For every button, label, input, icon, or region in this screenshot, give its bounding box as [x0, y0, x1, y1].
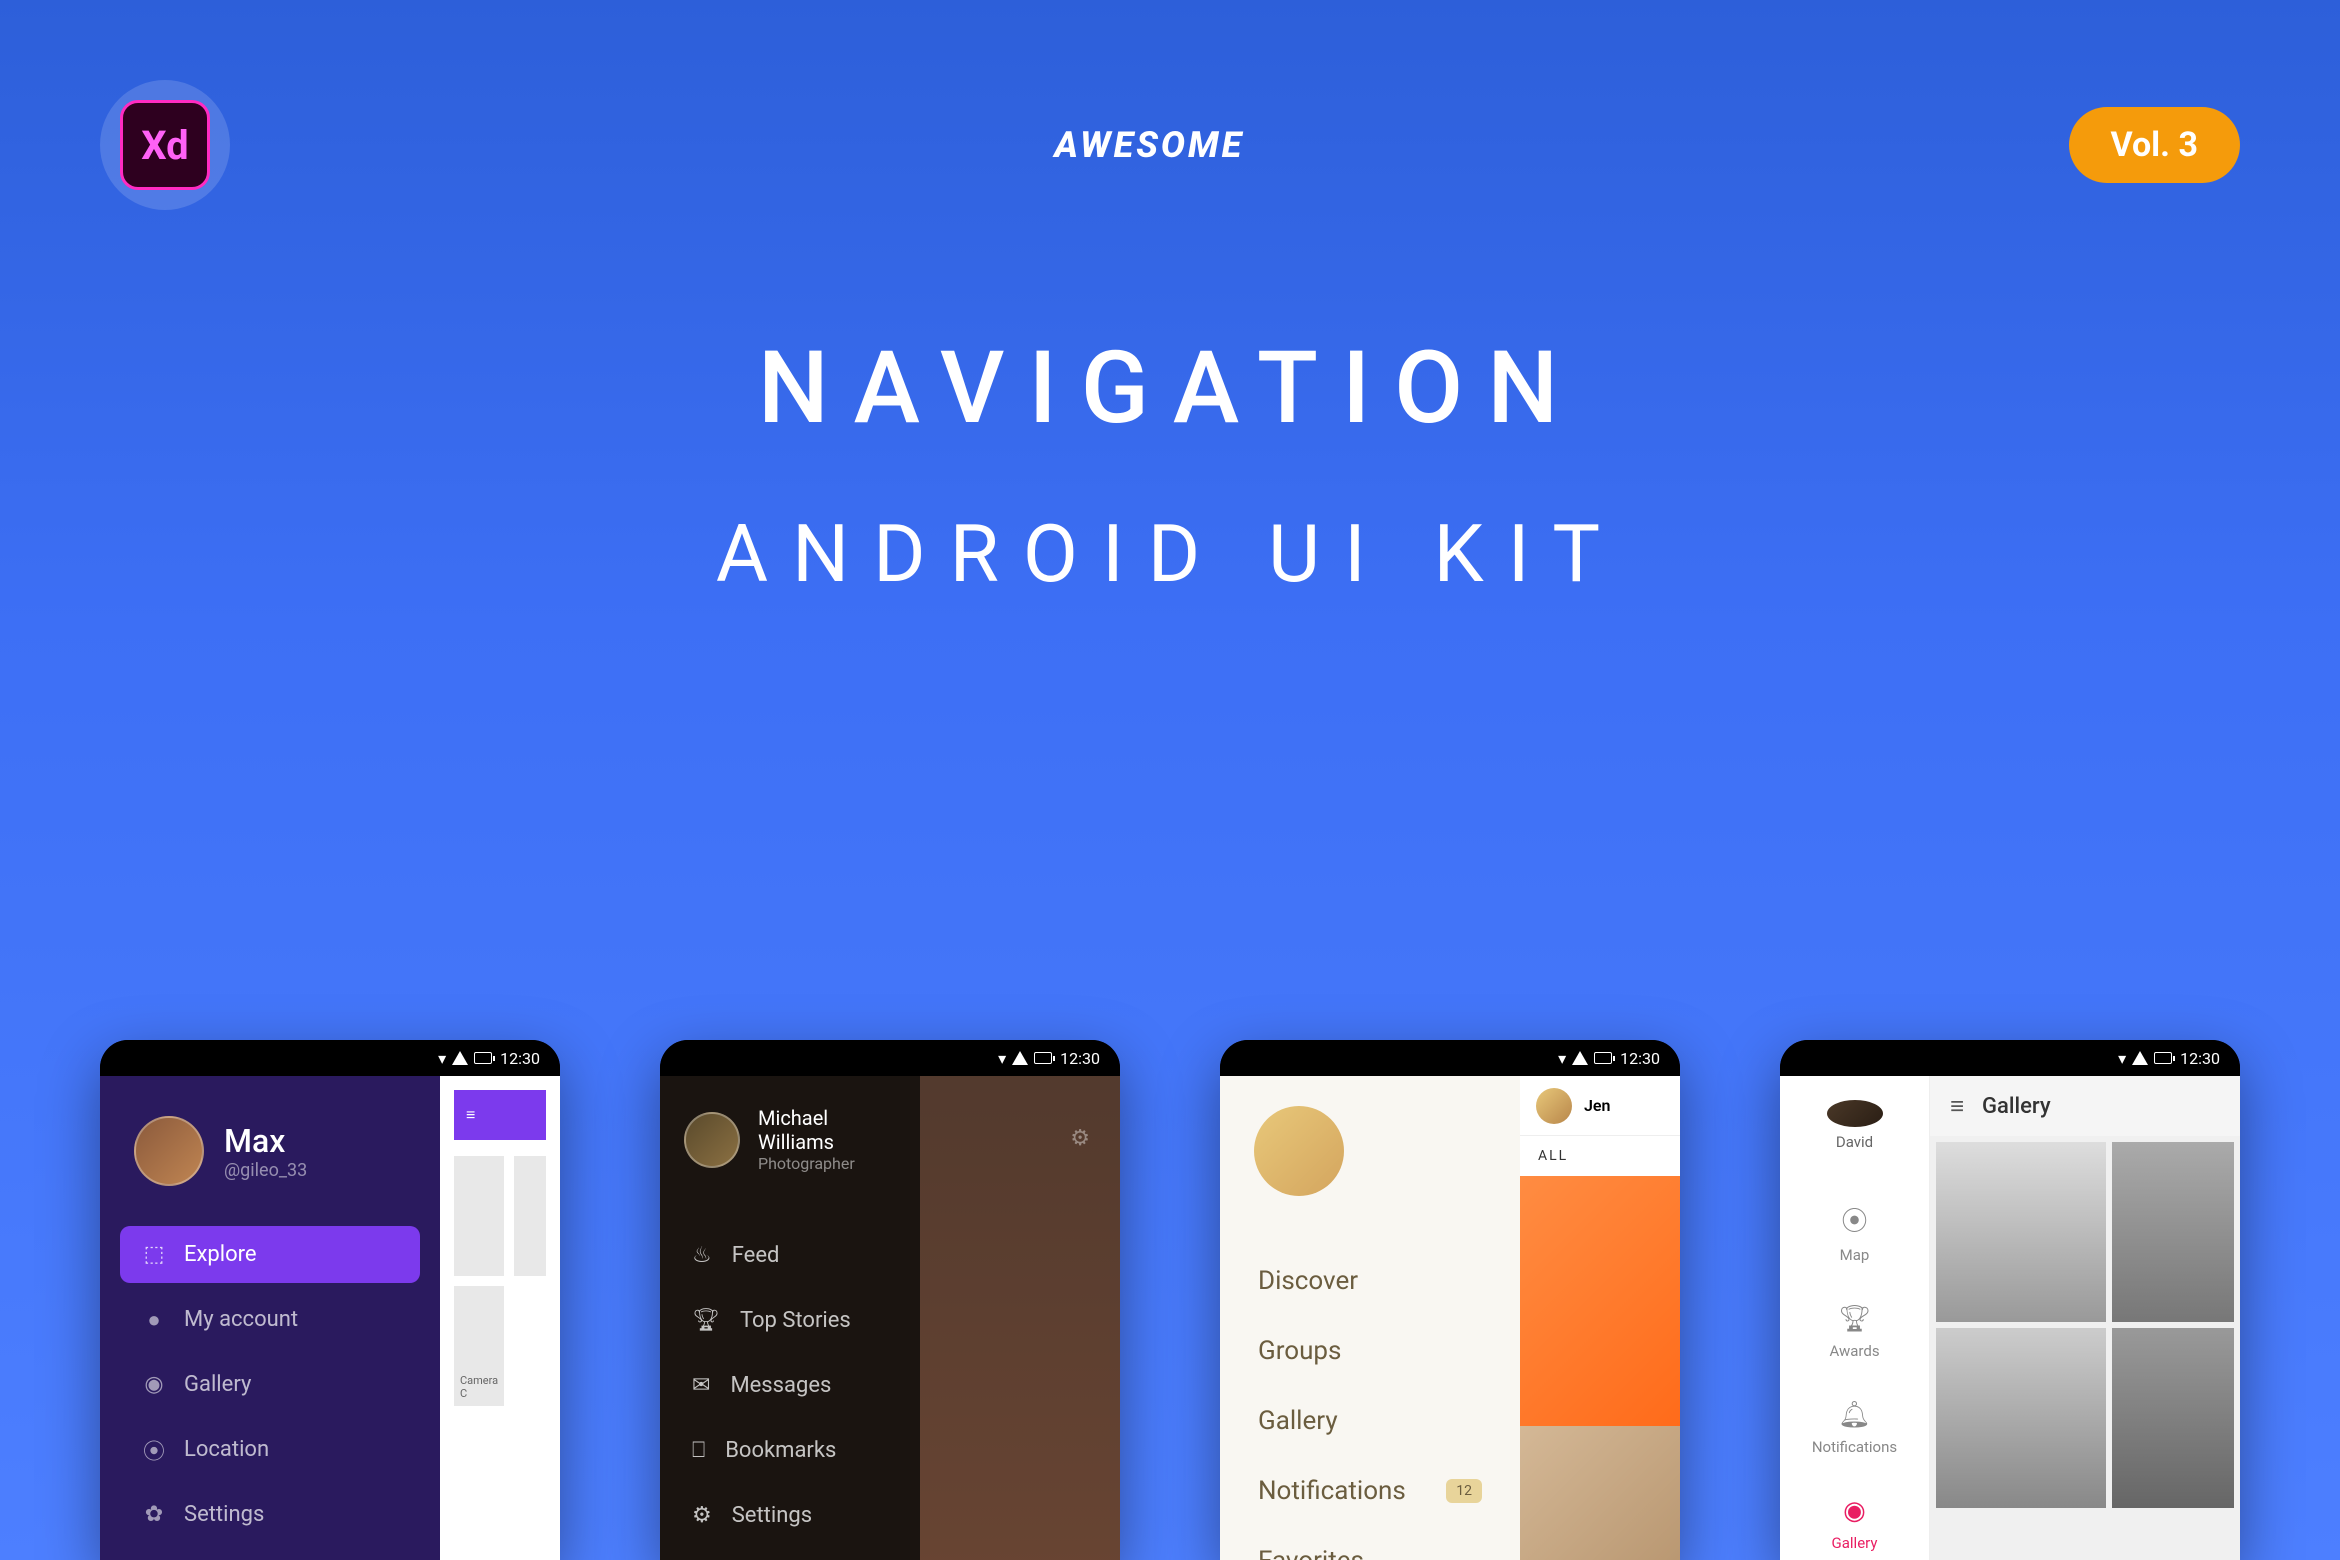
bell-icon: 🔔︎: [1838, 1400, 1871, 1430]
nav-feed[interactable]: ♨ Feed: [684, 1223, 936, 1288]
phone-mockup-4: ▾ 12:30 David ⦿ Map 🏆︎ Awards 🔔︎ Notificati…: [1780, 1040, 2240, 1560]
grid-cell[interactable]: [514, 1156, 546, 1276]
nav-gallery[interactable]: Gallery: [1254, 1386, 1486, 1456]
page-title: Gallery: [1982, 1094, 2051, 1119]
status-bar: ▾ 12:30: [660, 1040, 1120, 1076]
user-surname: Williams: [758, 1130, 855, 1154]
camera-icon: ◉: [1843, 1496, 1866, 1526]
gallery-image[interactable]: [1936, 1142, 2106, 1322]
clock: 12:30: [1620, 1049, 1660, 1068]
count-badge: 12: [1446, 1479, 1482, 1503]
nav-label: Bookmarks: [725, 1438, 836, 1463]
user-name: David: [1836, 1133, 1873, 1151]
nav-label: Messages: [730, 1373, 831, 1398]
status-bar: ▾ 12:30: [100, 1040, 560, 1076]
nav-label: Top Stories: [740, 1308, 851, 1333]
user-name: Max: [224, 1122, 307, 1160]
avatar[interactable]: [684, 1112, 740, 1168]
nav-map[interactable]: ⦿ Map: [1780, 1181, 1929, 1284]
nav-label: Explore: [184, 1242, 257, 1267]
pin-icon: ⦿: [142, 1438, 166, 1462]
user-handle: @gileo_33: [224, 1160, 307, 1181]
main-title: NAVIGATION: [0, 330, 2340, 447]
phone-mockup-1: ▾ 12:30 Max @gileo_33 ⬚ Explore ● My accou…: [100, 1040, 560, 1560]
nav-label: Settings: [184, 1502, 264, 1527]
nav-account[interactable]: ● My account: [120, 1291, 420, 1348]
clock: 12:30: [2180, 1049, 2220, 1068]
nav-explore[interactable]: ⬚ Explore: [120, 1226, 420, 1283]
avatar[interactable]: [1254, 1106, 1344, 1196]
clock: 12:30: [500, 1049, 540, 1068]
volume-badge: Vol. 3: [2069, 107, 2240, 183]
nav-label: Discover: [1258, 1266, 1358, 1296]
phone-mockup-3: ▾ 12:30 Discover Groups Gallery Notifica…: [1220, 1040, 1680, 1560]
nav-label: Feed: [732, 1243, 780, 1268]
phone-mockup-2: ▾ 12:30 ⚙ Michael Williams Photographer …: [660, 1040, 1120, 1560]
peek-username: Jen: [1584, 1096, 1610, 1115]
nav-settings[interactable]: ✿ Settings: [120, 1486, 420, 1543]
mini-avatar[interactable]: [1536, 1088, 1572, 1124]
avatar[interactable]: [134, 1116, 204, 1186]
nav-discover[interactable]: Discover: [1254, 1246, 1486, 1316]
nav-awards[interactable]: 🏆︎ Awards: [1780, 1284, 1929, 1380]
nav-label: Gallery: [1258, 1406, 1338, 1436]
subtitle: ANDROID UI KIT: [0, 507, 2340, 601]
pin-icon: ⦿: [1841, 1201, 1867, 1238]
camera-icon: ◉: [142, 1373, 166, 1397]
nav-label: Gallery: [1832, 1534, 1878, 1552]
gallery-image[interactable]: [1936, 1328, 2106, 1508]
nav-bookmarks[interactable]: ⎕ Bookmarks: [684, 1418, 936, 1483]
content-peek: Jen ALL: [1520, 1076, 1680, 1560]
user-firstname: Michael: [758, 1106, 855, 1130]
status-bar: ▾ 12:30: [1780, 1040, 2240, 1076]
trophy-icon: 🏆︎: [692, 1308, 720, 1333]
brand-logo: AWESOME: [1054, 124, 1244, 166]
nav-notifications[interactable]: Notifications 12: [1254, 1456, 1486, 1526]
nav-label: Settings: [732, 1503, 812, 1528]
gallery-image[interactable]: [1520, 1176, 1680, 1426]
avatar[interactable]: [1827, 1100, 1883, 1127]
hamburger-icon[interactable]: ≡: [1950, 1092, 1964, 1121]
nav-settings[interactable]: ⚙ Settings: [684, 1483, 936, 1548]
nav-favorites[interactable]: Favorites: [1254, 1526, 1486, 1560]
xd-icon: Xd: [120, 100, 210, 190]
user-role: Photographer: [758, 1154, 855, 1173]
tab-all[interactable]: ALL: [1520, 1136, 1680, 1176]
gear-icon[interactable]: ⚙: [1070, 1126, 1090, 1151]
flame-icon: ♨: [692, 1243, 712, 1268]
nav-messages[interactable]: ✉ Messages: [684, 1353, 936, 1418]
nav-label: Groups: [1258, 1336, 1341, 1366]
nav-label: Notifications: [1812, 1438, 1897, 1456]
gallery-image[interactable]: [2112, 1328, 2234, 1508]
gallery-image[interactable]: [1520, 1426, 1680, 1560]
nav-label: Favorites: [1258, 1546, 1364, 1560]
nav-label: Location: [184, 1437, 269, 1462]
bookmark-icon: ⎕: [692, 1438, 705, 1463]
content-peek: ≡ Camera C: [440, 1076, 560, 1560]
grid-cell[interactable]: Camera C: [454, 1286, 504, 1406]
mail-icon: ✉: [692, 1373, 710, 1398]
nav-label: Notifications: [1258, 1476, 1406, 1506]
grid-cell[interactable]: [454, 1156, 504, 1276]
gear-icon: ✿: [142, 1503, 166, 1527]
nav-location[interactable]: ⦿ Location: [120, 1421, 420, 1478]
user-icon: ●: [142, 1308, 166, 1332]
hamburger-icon[interactable]: ≡: [466, 1105, 475, 1125]
nav-label: My account: [184, 1307, 298, 1332]
map-icon: ⬚: [142, 1243, 166, 1267]
nav-label: Awards: [1829, 1342, 1879, 1360]
nav-notifications[interactable]: 🔔︎ Notifications: [1780, 1380, 1929, 1476]
gallery-image[interactable]: [2112, 1142, 2234, 1322]
clock: 12:30: [1060, 1049, 1100, 1068]
nav-label: Gallery: [184, 1372, 251, 1397]
trophy-icon: 🏆︎: [1838, 1304, 1871, 1334]
gear-icon: ⚙: [692, 1503, 712, 1528]
nav-gallery[interactable]: ◉ Gallery: [120, 1356, 420, 1413]
nav-groups[interactable]: Groups: [1254, 1316, 1486, 1386]
status-bar: ▾ 12:30: [1220, 1040, 1680, 1076]
nav-gallery[interactable]: ◉ Gallery: [1780, 1476, 1929, 1560]
xd-badge: Xd: [100, 80, 230, 210]
nav-top-stories[interactable]: 🏆︎ Top Stories: [684, 1288, 936, 1353]
nav-label: Map: [1840, 1246, 1870, 1264]
